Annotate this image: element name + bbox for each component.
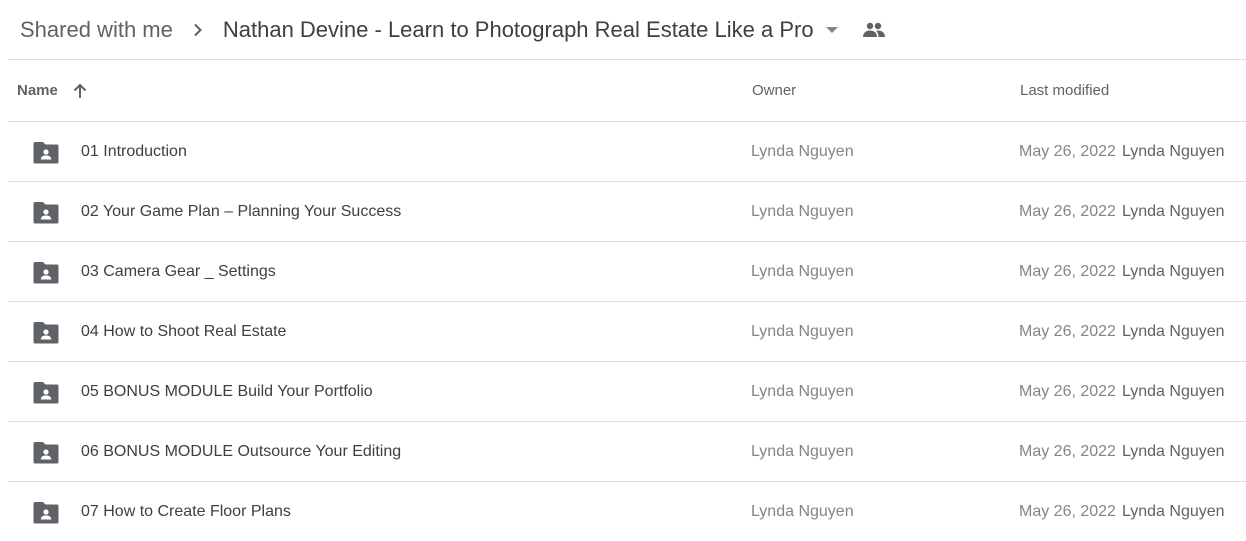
table-row[interactable]: 01 Introduction Lynda Nguyen May 26, 202… [8,122,1246,182]
file-name[interactable]: 06 BONUS MODULE Outsource Your Editing [81,422,401,481]
breadcrumb: Shared with me Nathan Devine - Learn to … [20,0,886,59]
modified-by: Lynda Nguyen [1121,322,1225,340]
table-row[interactable]: 05 BONUS MODULE Build Your Portfolio Lyn… [8,362,1246,422]
shared-folder-icon [33,142,59,164]
modified-by: Lynda Nguyen [1121,202,1225,220]
modified-date: May 26, 2022 [1019,442,1116,460]
shared-folder-icon [33,322,59,344]
breadcrumb-shared-with-me[interactable]: Shared with me [20,17,173,43]
table-row[interactable]: 04 How to Shoot Real Estate Lynda Nguyen… [8,302,1246,362]
shared-folder-icon [33,502,59,524]
file-name[interactable]: 04 How to Shoot Real Estate [81,302,286,361]
file-last-modified: May 26, 2022 Lynda Nguyen [1019,122,1225,181]
file-owner: Lynda Nguyen [751,382,854,400]
file-last-modified: May 26, 2022 Lynda Nguyen [1019,362,1225,421]
modified-date: May 26, 2022 [1019,322,1116,340]
file-name[interactable]: 01 Introduction [81,122,187,181]
modified-date: May 26, 2022 [1019,382,1116,400]
file-name[interactable]: 02 Your Game Plan – Planning Your Succes… [81,182,401,241]
table-header: Name Owner Last modified [8,60,1246,122]
shared-folder-icon [33,442,59,464]
file-owner: Lynda Nguyen [751,202,854,220]
modified-by: Lynda Nguyen [1121,382,1225,400]
file-name[interactable]: 07 How to Create Floor Plans [81,482,291,541]
arrow-up-icon[interactable] [72,83,88,99]
column-header-name[interactable]: Name [17,60,88,121]
column-header-name-label: Name [17,82,58,99]
column-header-owner[interactable]: Owner [752,60,796,121]
shared-folder-icon [33,202,59,224]
modified-date: May 26, 2022 [1019,202,1116,220]
shared-folder-icon [33,382,59,404]
caret-down-icon[interactable] [824,22,840,38]
file-owner: Lynda Nguyen [751,322,854,340]
table-row[interactable]: 06 BONUS MODULE Outsource Your Editing L… [8,422,1246,482]
file-last-modified: May 26, 2022 Lynda Nguyen [1019,482,1225,541]
table-row[interactable]: 02 Your Game Plan – Planning Your Succes… [8,182,1246,242]
modified-by: Lynda Nguyen [1121,442,1225,460]
modified-date: May 26, 2022 [1019,142,1116,160]
modified-by: Lynda Nguyen [1121,142,1225,160]
file-list: 01 Introduction Lynda Nguyen May 26, 202… [8,122,1246,541]
file-name[interactable]: 03 Camera Gear _ Settings [81,242,276,301]
shared-folder-icon [33,262,59,284]
file-owner: Lynda Nguyen [751,502,854,520]
file-last-modified: May 26, 2022 Lynda Nguyen [1019,182,1225,241]
file-owner: Lynda Nguyen [751,442,854,460]
modified-by: Lynda Nguyen [1121,502,1225,520]
modified-by: Lynda Nguyen [1121,262,1225,280]
file-last-modified: May 26, 2022 Lynda Nguyen [1019,422,1225,481]
chevron-right-icon [173,23,223,37]
file-owner: Lynda Nguyen [751,142,854,160]
modified-date: May 26, 2022 [1019,502,1116,520]
modified-date: May 26, 2022 [1019,262,1116,280]
file-last-modified: May 26, 2022 Lynda Nguyen [1019,302,1225,361]
column-header-last-modified[interactable]: Last modified [1020,60,1109,121]
table-row[interactable]: 07 How to Create Floor Plans Lynda Nguye… [8,482,1246,541]
table-row[interactable]: 03 Camera Gear _ Settings Lynda Nguyen M… [8,242,1246,302]
file-name[interactable]: 05 BONUS MODULE Build Your Portfolio [81,362,373,421]
people-icon[interactable] [862,18,886,42]
file-last-modified: May 26, 2022 Lynda Nguyen [1019,242,1225,301]
file-owner: Lynda Nguyen [751,262,854,280]
breadcrumb-current-folder[interactable]: Nathan Devine - Learn to Photograph Real… [223,17,814,43]
